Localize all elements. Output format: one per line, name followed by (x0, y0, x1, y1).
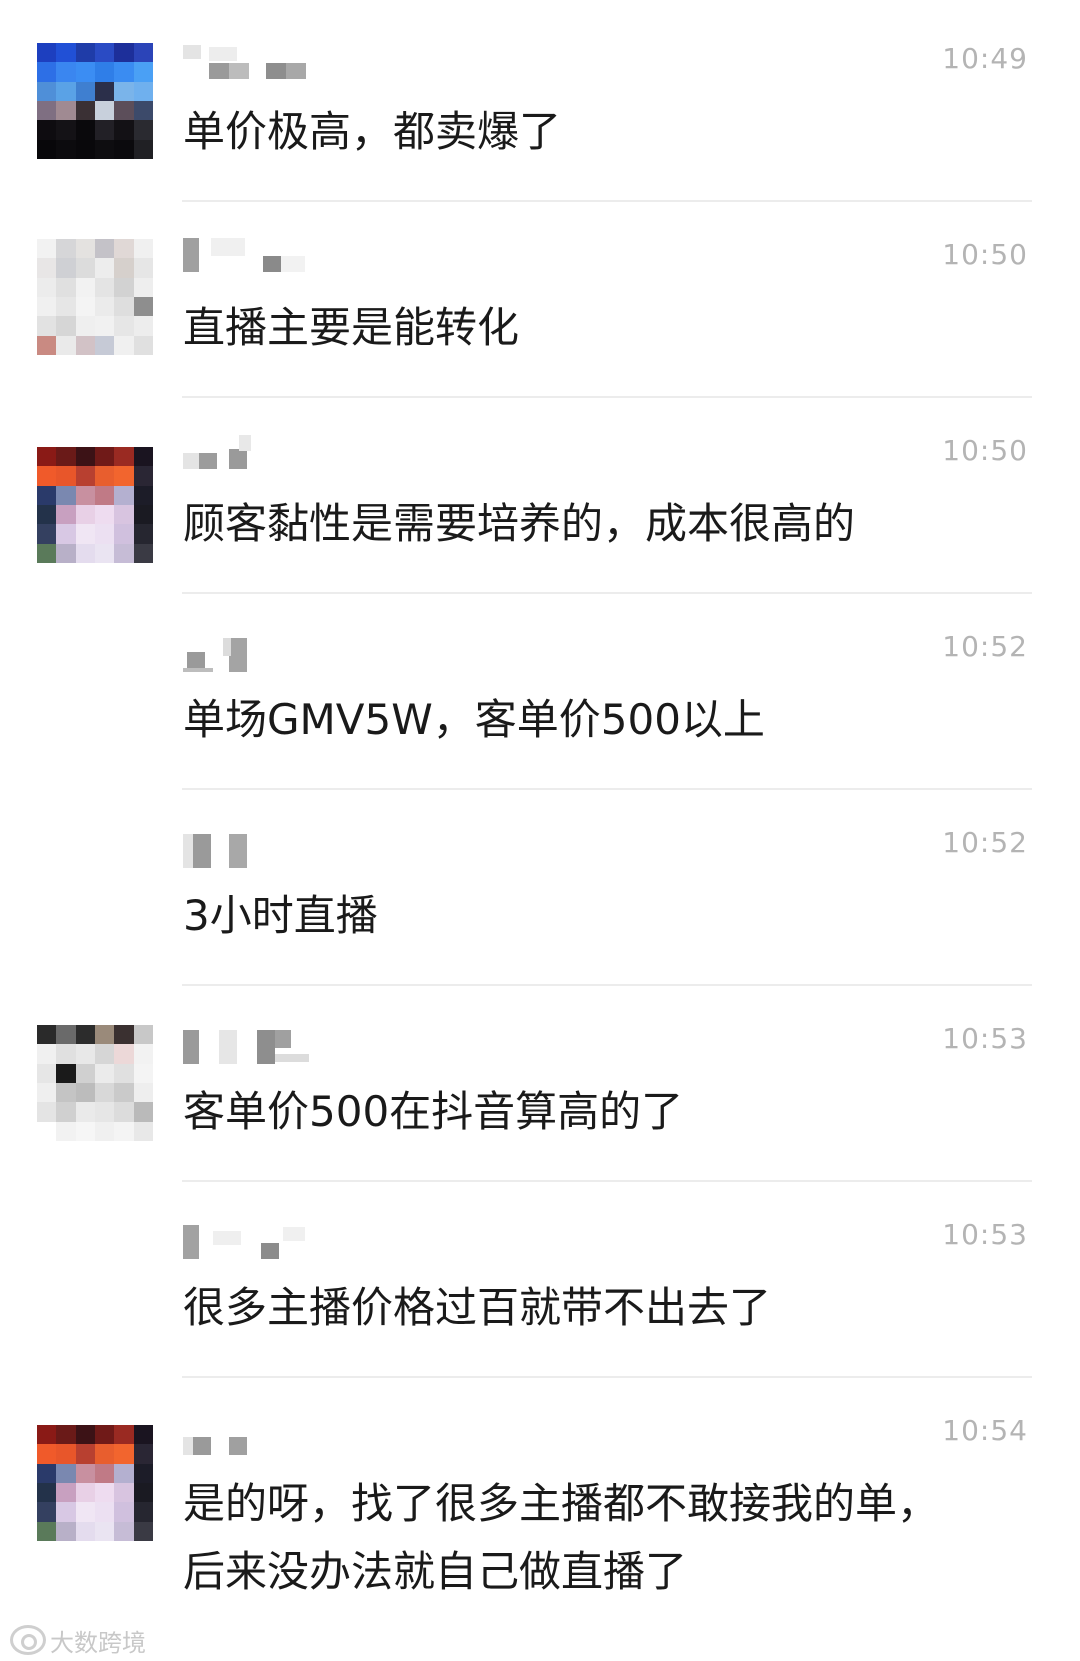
divider (182, 396, 1032, 398)
sender-name-blurred (183, 834, 363, 868)
divider (182, 1376, 1032, 1378)
message-time: 10:53 (942, 1218, 1028, 1251)
watermark: 大数跨境 (10, 1622, 146, 1658)
sender-name-blurred (183, 45, 363, 79)
divider (182, 200, 1032, 202)
avatar[interactable] (37, 1025, 153, 1141)
divider (182, 592, 1032, 594)
message-time: 10:53 (942, 1022, 1028, 1055)
avatar[interactable] (37, 43, 153, 159)
message-text: 客单价500在抖音算高的了 (183, 1087, 684, 1136)
message-time: 10:54 (942, 1414, 1028, 1447)
message-time: 10:49 (942, 42, 1028, 75)
sender-name-blurred (183, 1225, 363, 1259)
message-time: 10:50 (942, 238, 1028, 271)
divider (182, 1180, 1032, 1182)
message-text: 单场GMV5W，客单价500以上 (183, 695, 765, 744)
chat-list: 10:49 单价极高，都卖爆了 10:50 直播主要是能转化 10:50 顾客黏… (0, 0, 1080, 1661)
message-text: 顾客黏性是需要培养的，成本很高的 (183, 499, 856, 548)
sender-name-blurred (183, 1421, 363, 1455)
message-text: 3小时直播 (183, 891, 378, 940)
watermark-logo-icon (10, 1625, 46, 1655)
avatar[interactable] (37, 447, 153, 563)
sender-name-blurred (183, 638, 363, 672)
avatar[interactable] (37, 1425, 153, 1541)
divider (182, 984, 1032, 986)
message-text: 是的呀，找了很多主播都不敢接我的单， 后来没办法就自己做直播了 (183, 1479, 940, 1596)
sender-name-blurred (183, 1030, 363, 1064)
message-time: 10:52 (942, 630, 1028, 663)
watermark-text: 大数跨境 (50, 1628, 146, 1657)
message-text: 单价极高，都卖爆了 (183, 107, 562, 156)
sender-name-blurred (183, 238, 363, 272)
divider (182, 788, 1032, 790)
message-time: 10:50 (942, 434, 1028, 467)
message-time: 10:52 (942, 826, 1028, 859)
message-text: 很多主播价格过百就带不出去了 (183, 1283, 772, 1332)
sender-name-blurred (183, 435, 363, 469)
message-text: 直播主要是能转化 (183, 303, 520, 352)
avatar[interactable] (37, 239, 153, 355)
